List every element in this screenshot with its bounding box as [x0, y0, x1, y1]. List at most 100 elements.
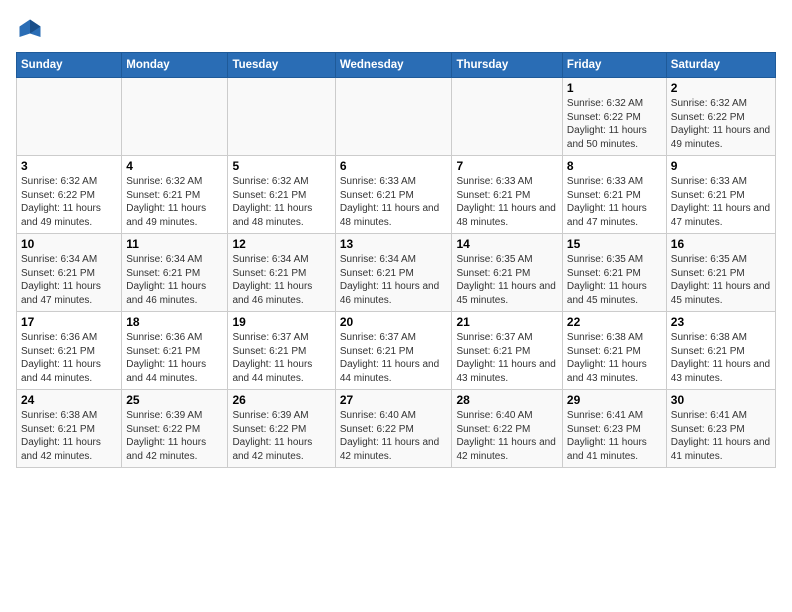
- calendar-week-row: 17 Sunrise: 6:36 AM Sunset: 6:21 PM Dayli…: [17, 312, 776, 390]
- day-info: Sunrise: 6:40 AM Sunset: 6:22 PM Dayligh…: [340, 409, 448, 463]
- day-number: 11: [126, 237, 223, 251]
- day-number: 9: [671, 159, 771, 173]
- calendar-week-row: 3 Sunrise: 6:32 AM Sunset: 6:22 PM Daylig…: [17, 156, 776, 234]
- calendar-table: SundayMondayTuesdayWednesdayThursdayFrid…: [16, 52, 776, 468]
- calendar-day-cell: 27 Sunrise: 6:40 AM Sunset: 6:22 PM Dayli…: [335, 390, 452, 468]
- calendar-day-cell: 18 Sunrise: 6:36 AM Sunset: 6:21 PM Dayli…: [122, 312, 228, 390]
- weekday-header: Tuesday: [228, 53, 335, 78]
- day-number: 27: [340, 393, 448, 407]
- day-number: 25: [126, 393, 223, 407]
- calendar-day-cell: 4Sunrise: 6:32 AM Sunset: 6:21 PM Daylig…: [122, 156, 228, 234]
- calendar-day-cell: 10 Sunrise: 6:34 AM Sunset: 6:21 PM Dayli…: [17, 234, 122, 312]
- calendar-week-row: 1 Sunrise: 6:32 AM Sunset: 6:22 PM Daylig…: [17, 78, 776, 156]
- day-number: 3: [21, 159, 117, 173]
- day-info: Sunrise: 6:34 AM Sunset: 6:21 PM Dayligh…: [340, 253, 448, 307]
- day-info: Sunrise: 6:36 AM Sunset: 6:21 PM Dayligh…: [21, 331, 117, 385]
- calendar-day-cell: 24Sunrise: 6:38 AM Sunset: 6:21 PM Dayli…: [17, 390, 122, 468]
- calendar-day-cell: 3 Sunrise: 6:32 AM Sunset: 6:22 PM Daylig…: [17, 156, 122, 234]
- calendar-day-cell: 2 Sunrise: 6:32 AM Sunset: 6:22 PM Daylig…: [666, 78, 775, 156]
- day-info: Sunrise: 6:33 AM Sunset: 6:21 PM Dayligh…: [340, 175, 448, 229]
- calendar-day-cell: 21 Sunrise: 6:37 AM Sunset: 6:21 PM Dayli…: [452, 312, 562, 390]
- day-info: Sunrise: 6:38 AM Sunset: 6:21 PM Dayligh…: [21, 409, 117, 463]
- calendar-day-cell: 11 Sunrise: 6:34 AM Sunset: 6:21 PM Dayli…: [122, 234, 228, 312]
- day-info: Sunrise: 6:33 AM Sunset: 6:21 PM Dayligh…: [456, 175, 557, 229]
- day-info: Sunrise: 6:35 AM Sunset: 6:21 PM Dayligh…: [567, 253, 662, 307]
- calendar-day-cell: 20 Sunrise: 6:37 AM Sunset: 6:21 PM Dayli…: [335, 312, 452, 390]
- day-number: 7: [456, 159, 557, 173]
- day-info: Sunrise: 6:37 AM Sunset: 6:21 PM Dayligh…: [340, 331, 448, 385]
- calendar-day-cell: 8 Sunrise: 6:33 AM Sunset: 6:21 PM Daylig…: [562, 156, 666, 234]
- day-info: Sunrise: 6:34 AM Sunset: 6:21 PM Dayligh…: [126, 253, 223, 307]
- calendar-day-cell: 14 Sunrise: 6:35 AM Sunset: 6:21 PM Dayli…: [452, 234, 562, 312]
- day-info: Sunrise: 6:34 AM Sunset: 6:21 PM Dayligh…: [21, 253, 117, 307]
- day-info: Sunrise: 6:37 AM Sunset: 6:21 PM Dayligh…: [232, 331, 330, 385]
- calendar-day-cell: [122, 78, 228, 156]
- day-info: Sunrise: 6:37 AM Sunset: 6:21 PM Dayligh…: [456, 331, 557, 385]
- day-info: Sunrise: 6:39 AM Sunset: 6:22 PM Dayligh…: [126, 409, 223, 463]
- page-header: [16, 16, 776, 44]
- day-info: Sunrise: 6:38 AM Sunset: 6:21 PM Dayligh…: [567, 331, 662, 385]
- day-info: Sunrise: 6:38 AM Sunset: 6:21 PM Dayligh…: [671, 331, 771, 385]
- day-info: Sunrise: 6:34 AM Sunset: 6:21 PM Dayligh…: [232, 253, 330, 307]
- day-number: 15: [567, 237, 662, 251]
- day-number: 18: [126, 315, 223, 329]
- day-number: 26: [232, 393, 330, 407]
- day-number: 2: [671, 81, 771, 95]
- day-number: 30: [671, 393, 771, 407]
- day-number: 12: [232, 237, 330, 251]
- day-number: 5: [232, 159, 330, 173]
- calendar-day-cell: 25 Sunrise: 6:39 AM Sunset: 6:22 PM Dayli…: [122, 390, 228, 468]
- calendar-day-cell: 26 Sunrise: 6:39 AM Sunset: 6:22 PM Dayli…: [228, 390, 335, 468]
- weekday-header: Wednesday: [335, 53, 452, 78]
- weekday-header: Thursday: [452, 53, 562, 78]
- logo-icon: [16, 16, 44, 44]
- day-info: Sunrise: 6:40 AM Sunset: 6:22 PM Dayligh…: [456, 409, 557, 463]
- day-number: 20: [340, 315, 448, 329]
- weekday-header: Monday: [122, 53, 228, 78]
- day-info: Sunrise: 6:36 AM Sunset: 6:21 PM Dayligh…: [126, 331, 223, 385]
- calendar-day-cell: [452, 78, 562, 156]
- calendar-day-cell: [228, 78, 335, 156]
- day-number: 14: [456, 237, 557, 251]
- day-number: 19: [232, 315, 330, 329]
- calendar-day-cell: 22 Sunrise: 6:38 AM Sunset: 6:21 PM Dayli…: [562, 312, 666, 390]
- day-number: 22: [567, 315, 662, 329]
- day-number: 10: [21, 237, 117, 251]
- day-number: 1: [567, 81, 662, 95]
- day-info: Sunrise: 6:41 AM Sunset: 6:23 PM Dayligh…: [671, 409, 771, 463]
- calendar-day-cell: 13 Sunrise: 6:34 AM Sunset: 6:21 PM Dayli…: [335, 234, 452, 312]
- calendar-day-cell: 19 Sunrise: 6:37 AM Sunset: 6:21 PM Dayli…: [228, 312, 335, 390]
- day-number: 28: [456, 393, 557, 407]
- calendar-day-cell: 28 Sunrise: 6:40 AM Sunset: 6:22 PM Dayli…: [452, 390, 562, 468]
- calendar-day-cell: [17, 78, 122, 156]
- day-info: Sunrise: 6:32 AM Sunset: 6:22 PM Dayligh…: [21, 175, 117, 229]
- weekday-header: Saturday: [666, 53, 775, 78]
- day-info: Sunrise: 6:33 AM Sunset: 6:21 PM Dayligh…: [567, 175, 662, 229]
- calendar-day-cell: 30 Sunrise: 6:41 AM Sunset: 6:23 PM Dayli…: [666, 390, 775, 468]
- calendar-day-cell: 7 Sunrise: 6:33 AM Sunset: 6:21 PM Daylig…: [452, 156, 562, 234]
- day-number: 21: [456, 315, 557, 329]
- logo: [16, 16, 48, 44]
- calendar-day-cell: 9 Sunrise: 6:33 AM Sunset: 6:21 PM Daylig…: [666, 156, 775, 234]
- day-number: 29: [567, 393, 662, 407]
- day-info: Sunrise: 6:35 AM Sunset: 6:21 PM Dayligh…: [671, 253, 771, 307]
- calendar-day-cell: 15 Sunrise: 6:35 AM Sunset: 6:21 PM Dayli…: [562, 234, 666, 312]
- day-info: Sunrise: 6:32 AM Sunset: 6:22 PM Dayligh…: [671, 97, 771, 151]
- day-number: 23: [671, 315, 771, 329]
- calendar-day-cell: 29 Sunrise: 6:41 AM Sunset: 6:23 PM Dayli…: [562, 390, 666, 468]
- day-info: Sunrise: 6:33 AM Sunset: 6:21 PM Dayligh…: [671, 175, 771, 229]
- day-number: 13: [340, 237, 448, 251]
- day-info: Sunrise: 6:41 AM Sunset: 6:23 PM Dayligh…: [567, 409, 662, 463]
- calendar-day-cell: 23 Sunrise: 6:38 AM Sunset: 6:21 PM Dayli…: [666, 312, 775, 390]
- day-info: Sunrise: 6:32 AM Sunset: 6:21 PM Dayligh…: [126, 175, 223, 229]
- day-info: Sunrise: 6:39 AM Sunset: 6:22 PM Dayligh…: [232, 409, 330, 463]
- day-number: 17: [21, 315, 117, 329]
- calendar-day-cell: 16Sunrise: 6:35 AM Sunset: 6:21 PM Dayli…: [666, 234, 775, 312]
- day-info: Sunrise: 6:35 AM Sunset: 6:21 PM Dayligh…: [456, 253, 557, 307]
- calendar-day-cell: 1Sunrise: 6:32 AM Sunset: 6:22 PM Daylig…: [562, 78, 666, 156]
- day-number: 8: [567, 159, 662, 173]
- calendar-day-cell: 6Sunrise: 6:33 AM Sunset: 6:21 PM Daylig…: [335, 156, 452, 234]
- calendar-week-row: 24Sunrise: 6:38 AM Sunset: 6:21 PM Dayli…: [17, 390, 776, 468]
- weekday-header: Friday: [562, 53, 666, 78]
- calendar-day-cell: 12 Sunrise: 6:34 AM Sunset: 6:21 PM Dayli…: [228, 234, 335, 312]
